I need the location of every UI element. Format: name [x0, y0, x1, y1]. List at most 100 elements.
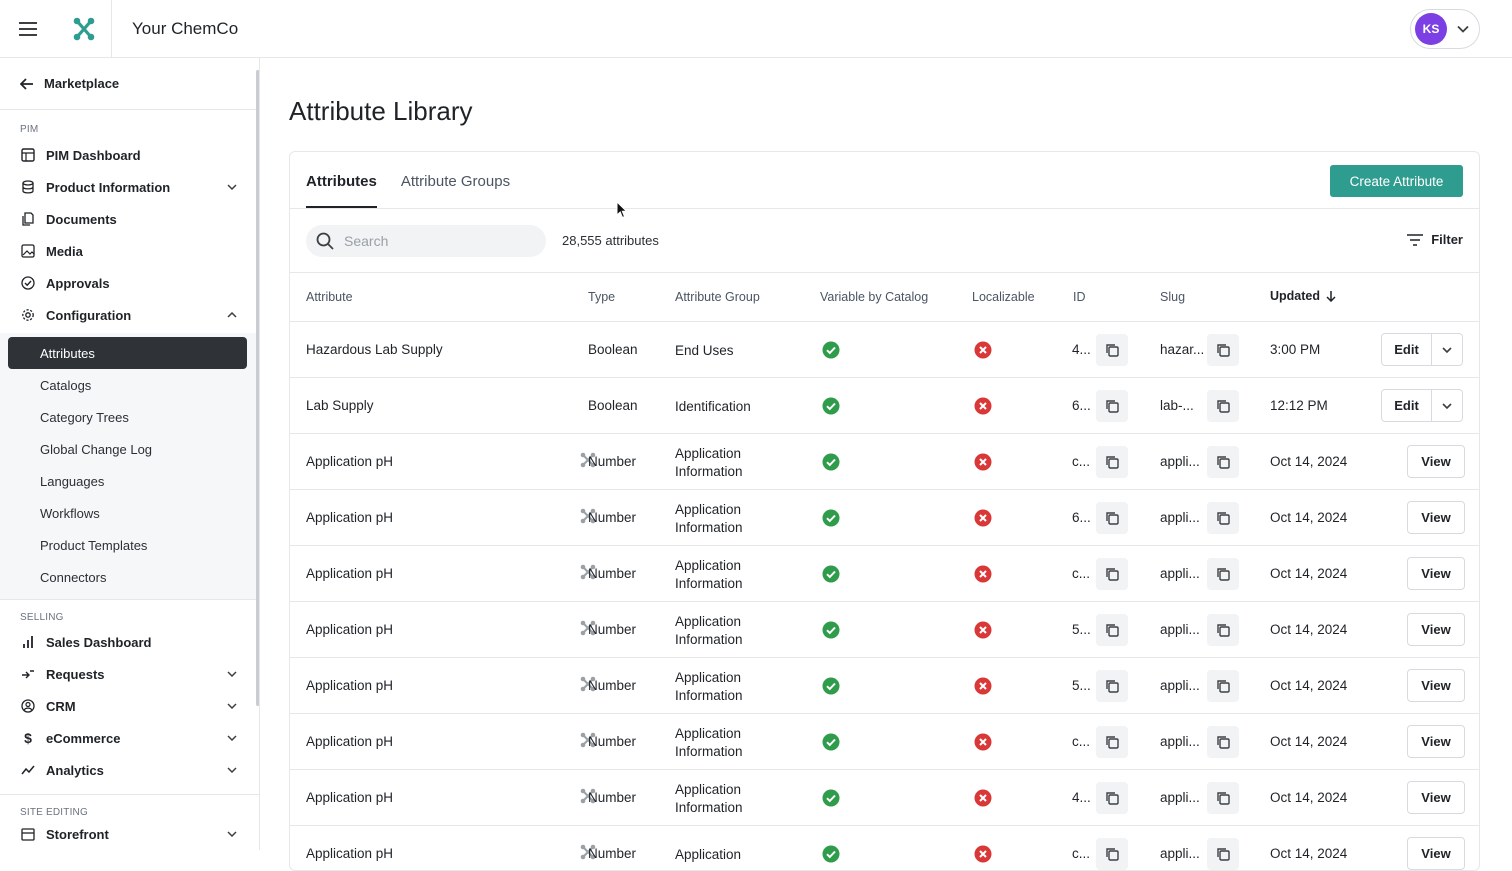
section-label-site-editing: SITE EDITING: [20, 807, 88, 818]
more-actions-button[interactable]: [1432, 334, 1462, 365]
sidebar-item-label: Approvals: [46, 275, 110, 291]
sidebar-item-analytics[interactable]: Analytics: [0, 754, 259, 786]
sidebar-item-sales-dashboard[interactable]: Sales Dashboard: [0, 626, 259, 658]
filter-button[interactable]: Filter: [1407, 232, 1463, 247]
app-logo[interactable]: [56, 0, 112, 58]
table-row[interactable]: Application pH Number Application Informat…: [290, 770, 1479, 826]
sidebar-item-documents[interactable]: Documents: [0, 203, 259, 235]
attribute-name[interactable]: Hazardous Lab Supply: [306, 342, 443, 357]
user-menu-button[interactable]: KS: [1410, 9, 1480, 49]
sidebar-scrollbar[interactable]: [256, 70, 259, 706]
sidebar-item-crm[interactable]: CRM: [0, 690, 259, 722]
column-header-slug[interactable]: Slug: [1160, 290, 1185, 304]
copy-id-button[interactable]: [1096, 334, 1128, 366]
sidebar-item-storefront[interactable]: Storefront: [0, 818, 259, 850]
sidebar-item-requests[interactable]: Requests: [0, 658, 259, 690]
sidebar-item-product-templates[interactable]: Product Templates: [0, 529, 259, 561]
sidebar-item-ecommerce[interactable]: $ eCommerce: [0, 722, 259, 754]
copy-id-button[interactable]: [1096, 390, 1128, 422]
copy-slug-button[interactable]: [1207, 558, 1239, 590]
filter-label: Filter: [1431, 232, 1463, 247]
attribute-name[interactable]: Application pH: [306, 734, 393, 749]
column-header-type[interactable]: Type: [588, 290, 615, 304]
copy-slug-button[interactable]: [1207, 670, 1239, 702]
copy-slug-button[interactable]: [1207, 446, 1239, 478]
view-button[interactable]: View: [1407, 781, 1465, 814]
attribute-id: c...: [1072, 454, 1091, 469]
copy-id-button[interactable]: [1096, 726, 1128, 758]
copy-id-button[interactable]: [1096, 782, 1128, 814]
table-row[interactable]: Application pH Number Application c... appli…: [290, 826, 1479, 870]
view-button[interactable]: View: [1407, 557, 1465, 590]
table-toolbar: 28,555 attributes Filter: [290, 209, 1479, 273]
sidebar-item-product-information[interactable]: Product Information: [0, 171, 259, 203]
attribute-name[interactable]: Application pH: [306, 678, 393, 693]
tab-attributes[interactable]: Attributes: [306, 173, 377, 208]
more-actions-button[interactable]: [1432, 390, 1462, 421]
view-button[interactable]: View: [1407, 725, 1465, 758]
view-button[interactable]: View: [1407, 837, 1465, 870]
table-row[interactable]: Application pH Number Application Informat…: [290, 602, 1479, 658]
attribute-name[interactable]: Application pH: [306, 790, 393, 805]
edit-button[interactable]: Edit: [1382, 390, 1432, 421]
copy-slug-button[interactable]: [1207, 334, 1239, 366]
column-header-variable-by-catalog[interactable]: Variable by Catalog: [820, 290, 928, 304]
column-header-updated[interactable]: Updated: [1270, 289, 1336, 303]
view-button[interactable]: View: [1407, 613, 1465, 646]
sidebar-item-connectors[interactable]: Connectors: [0, 561, 259, 593]
sidebar-item-configuration[interactable]: Configuration: [0, 299, 259, 331]
sidebar-item-pim-dashboard[interactable]: PIM Dashboard: [0, 139, 259, 171]
column-header-localizable[interactable]: Localizable: [972, 290, 1035, 304]
sidebar-item-category-trees[interactable]: Category Trees: [0, 401, 259, 433]
table-row[interactable]: Application pH Number Application Informat…: [290, 658, 1479, 714]
attribute-id: 4...: [1072, 790, 1091, 805]
sidebar-item-global-change-log[interactable]: Global Change Log: [0, 433, 259, 465]
menu-toggle-button[interactable]: [0, 0, 56, 58]
attribute-name[interactable]: Application pH: [306, 622, 393, 637]
view-button[interactable]: View: [1407, 669, 1465, 702]
table-row[interactable]: Hazardous Lab Supply Boolean End Uses 4... h…: [290, 322, 1479, 378]
sidebar-item-catalogs[interactable]: Catalogs: [0, 369, 259, 401]
copy-slug-button[interactable]: [1207, 390, 1239, 422]
copy-slug-button[interactable]: [1207, 502, 1239, 534]
column-header-id[interactable]: ID: [1073, 290, 1086, 304]
table-row[interactable]: Application pH Number Application Informat…: [290, 490, 1479, 546]
table-row[interactable]: Application pH Number Application Informat…: [290, 434, 1479, 490]
copy-slug-button[interactable]: [1207, 782, 1239, 814]
view-button[interactable]: View: [1407, 445, 1465, 478]
copy-id-button[interactable]: [1096, 502, 1128, 534]
copy-id-button[interactable]: [1096, 558, 1128, 590]
sidebar-item-media[interactable]: Media: [0, 235, 259, 267]
attribute-name[interactable]: Application pH: [306, 454, 393, 469]
sidebar-item-workflows[interactable]: Workflows: [0, 497, 259, 529]
column-header-attribute-group[interactable]: Attribute Group: [675, 290, 760, 304]
column-header-attribute[interactable]: Attribute: [306, 290, 353, 304]
copy-slug-button[interactable]: [1207, 838, 1239, 870]
view-button[interactable]: View: [1407, 501, 1465, 534]
table-row[interactable]: Lab Supply Boolean Identification 6... lab-.…: [290, 378, 1479, 434]
edit-button[interactable]: Edit: [1382, 334, 1432, 365]
attribute-name[interactable]: Application pH: [306, 510, 393, 525]
sidebar-item-attributes[interactable]: Attributes: [8, 337, 247, 369]
back-to-marketplace-link[interactable]: Marketplace: [0, 58, 259, 110]
chevron-down-icon: [227, 703, 237, 709]
mouse-cursor-icon: [616, 201, 628, 219]
create-attribute-button[interactable]: Create Attribute: [1330, 165, 1463, 197]
table-row[interactable]: Application pH Number Application Informat…: [290, 546, 1479, 602]
copy-slug-button[interactable]: [1207, 726, 1239, 758]
attribute-name[interactable]: Application pH: [306, 566, 393, 581]
tab-attribute-groups[interactable]: Attribute Groups: [401, 173, 510, 208]
copy-id-button[interactable]: [1096, 446, 1128, 478]
sidebar-item-languages[interactable]: Languages: [0, 465, 259, 497]
copy-id-button[interactable]: [1096, 670, 1128, 702]
copy-id-button[interactable]: [1096, 614, 1128, 646]
copy-slug-button[interactable]: [1207, 614, 1239, 646]
sidebar-item-approvals[interactable]: Approvals: [0, 267, 259, 299]
attribute-name[interactable]: Application pH: [306, 846, 393, 861]
table-row[interactable]: Application pH Number Application Informat…: [290, 714, 1479, 770]
attribute-name[interactable]: Lab Supply: [306, 398, 374, 413]
table-header: Attribute Type Attribute Group Variable …: [290, 273, 1479, 322]
search-input[interactable]: [344, 233, 524, 249]
updated-time: 3:00 PM: [1270, 342, 1321, 357]
copy-id-button[interactable]: [1096, 838, 1128, 870]
